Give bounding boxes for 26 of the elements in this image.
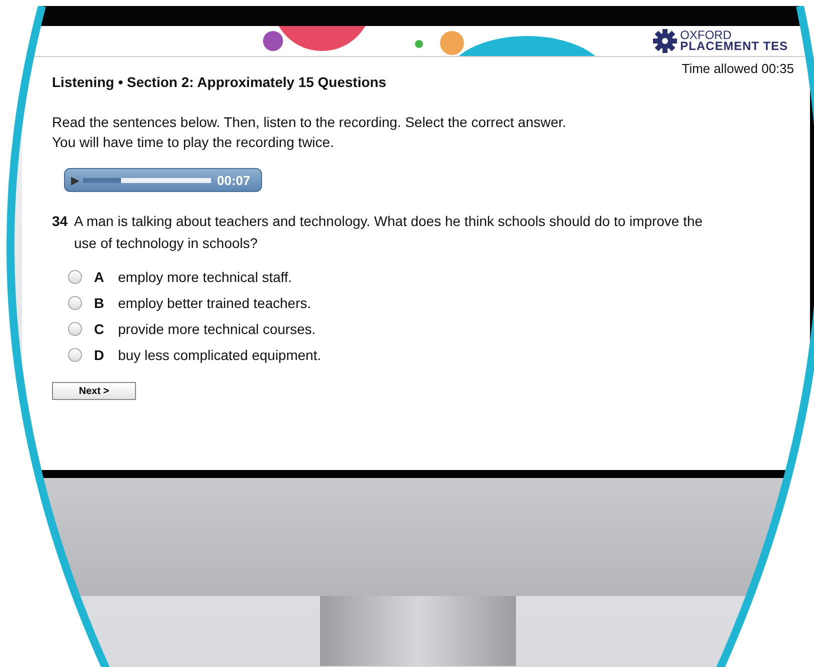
audio-player[interactable]: ▶ 00:07 <box>64 168 262 192</box>
option-letter: A <box>94 269 106 285</box>
time-allowed: Time allowed 00:35 <box>680 61 794 76</box>
progress-track[interactable] <box>83 178 211 182</box>
question-number: 34 <box>52 212 69 231</box>
option-letter: B <box>94 295 106 311</box>
play-icon[interactable]: ▶ <box>71 174 79 186</box>
logo-text: PLACEMENT TES <box>680 41 788 52</box>
radio-button[interactable] <box>68 296 82 310</box>
instruction-text: You will have time to play the recording twice. <box>52 133 335 152</box>
option-text: employ more technical staff. <box>118 269 292 285</box>
option-text: buy less complicated equipment. <box>118 347 322 363</box>
option-letter: D <box>94 347 106 363</box>
playback-time: 00:07 <box>217 172 250 188</box>
radio-button[interactable] <box>68 348 82 362</box>
option-text: provide more technical courses. <box>118 321 316 337</box>
instruction-text: Read the sentences below. Then, listen to the recording. Select the correct answer. <box>52 113 568 132</box>
radio-button[interactable] <box>68 270 82 284</box>
radio-button[interactable] <box>68 322 82 336</box>
question-text: A man is talking about teachers and technology. What does he think schools should do to improve the use of technology in schools? <box>74 212 704 253</box>
next-button[interactable]: Next > <box>52 382 136 400</box>
logo-text: OXFORD <box>680 30 732 41</box>
option-letter: C <box>94 321 106 337</box>
option-text: employ better trained teachers. <box>118 295 311 311</box>
gear-icon <box>653 29 678 53</box>
section-title: Listening • Section 2: Approximately 15 Questions <box>52 74 388 90</box>
